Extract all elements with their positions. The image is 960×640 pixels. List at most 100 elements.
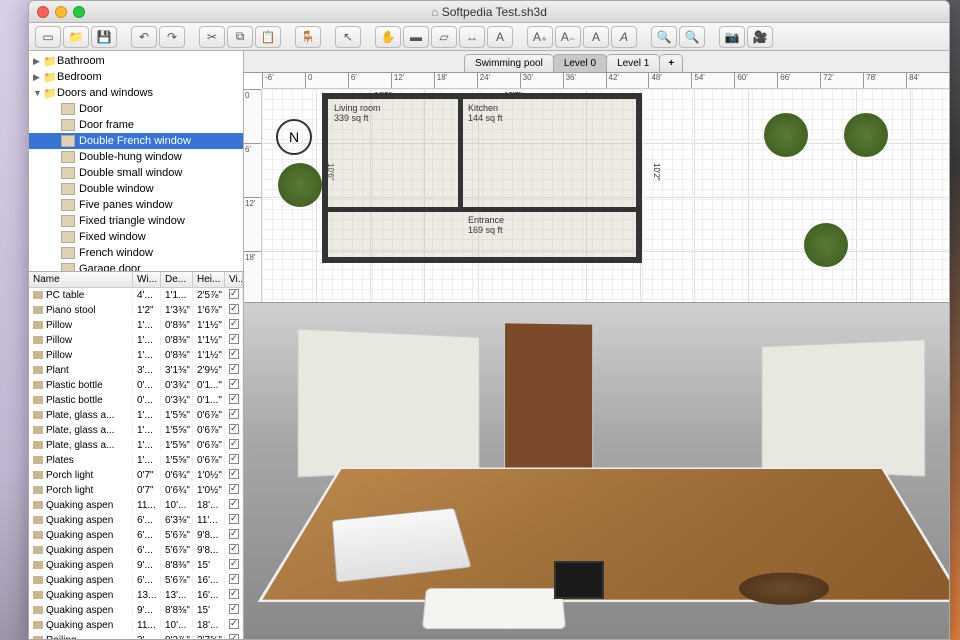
room-tool[interactable]: ▱: [431, 26, 457, 48]
furniture-row[interactable]: Porch light0'7"0'6¾"1'0½": [29, 483, 243, 498]
text-size-up[interactable]: A₊: [527, 26, 553, 48]
cell-visible[interactable]: [225, 574, 243, 587]
cell-visible[interactable]: [225, 619, 243, 632]
cell-visible[interactable]: [225, 334, 243, 347]
level-tab[interactable]: Level 1: [606, 54, 660, 72]
furniture-row[interactable]: Piano stool1'2"1'3¾"1'6⅞": [29, 303, 243, 318]
text-tool[interactable]: A: [487, 26, 513, 48]
furniture-row[interactable]: Railing3'...0'3⅞"2'7⅝": [29, 633, 243, 639]
catalog-item[interactable]: French window: [29, 245, 243, 261]
view-3d[interactable]: [244, 303, 949, 639]
cell-visible[interactable]: [225, 364, 243, 377]
zoom-out-button[interactable]: 🔍: [679, 26, 705, 48]
checkbox-icon[interactable]: [229, 379, 239, 389]
furniture-row[interactable]: Pillow1'...0'8⅜"1'1½": [29, 348, 243, 363]
checkbox-icon[interactable]: [229, 544, 239, 554]
pan-tool[interactable]: ✋: [375, 26, 401, 48]
zoom-in-button[interactable]: 🔍: [651, 26, 677, 48]
furniture-row[interactable]: Plate, glass a...1'...1'5⅝"0'6⅞": [29, 438, 243, 453]
cell-visible[interactable]: [225, 289, 243, 302]
cell-visible[interactable]: [225, 379, 243, 392]
open-button[interactable]: 📁: [63, 26, 89, 48]
add-level-button[interactable]: +: [659, 54, 683, 72]
catalog-folder[interactable]: ▶📁Bedroom: [29, 69, 243, 85]
tree-icon[interactable]: [764, 113, 808, 157]
wall-tool[interactable]: ▬: [403, 26, 429, 48]
dimension-tool[interactable]: ↔: [459, 26, 485, 48]
furniture-rows[interactable]: PC table4'...1'1...2'5⅞"Piano stool1'2"1…: [29, 288, 243, 639]
tree-icon[interactable]: [804, 223, 848, 267]
checkbox-icon[interactable]: [229, 529, 239, 539]
cell-visible[interactable]: [225, 589, 243, 602]
catalog-item[interactable]: Double window: [29, 181, 243, 197]
checkbox-icon[interactable]: [229, 619, 239, 629]
select-tool[interactable]: ↖: [335, 26, 361, 48]
catalog-item[interactable]: Door: [29, 101, 243, 117]
col-height[interactable]: Hei...: [193, 272, 225, 287]
checkbox-icon[interactable]: [229, 439, 239, 449]
catalog-folder[interactable]: ▶📁Bathroom: [29, 53, 243, 69]
checkbox-icon[interactable]: [229, 364, 239, 374]
zoom-button[interactable]: [73, 6, 85, 18]
interior-wall[interactable]: [328, 207, 636, 212]
furniture-row[interactable]: Plates1'...1'5⅝"0'6⅞": [29, 453, 243, 468]
copy-button[interactable]: ⧉: [227, 26, 253, 48]
cell-visible[interactable]: [225, 319, 243, 332]
cell-visible[interactable]: [225, 394, 243, 407]
checkbox-icon[interactable]: [229, 349, 239, 359]
checkbox-icon[interactable]: [229, 424, 239, 434]
cell-visible[interactable]: [225, 454, 243, 467]
furniture-row[interactable]: Quaking aspen6'...5'6⅞"9'8...: [29, 543, 243, 558]
checkbox-icon[interactable]: [229, 484, 239, 494]
checkbox-icon[interactable]: [229, 514, 239, 524]
checkbox-icon[interactable]: [229, 604, 239, 614]
paste-button[interactable]: 📋: [255, 26, 281, 48]
furniture-catalog[interactable]: ▶📁Bathroom▶📁Bedroom▼📁Doors and windowsDo…: [29, 51, 243, 271]
tv-3d[interactable]: [554, 561, 604, 599]
checkbox-icon[interactable]: [229, 454, 239, 464]
cell-visible[interactable]: [225, 514, 243, 527]
checkbox-icon[interactable]: [229, 334, 239, 344]
sofa-3d[interactable]: [422, 588, 566, 629]
furniture-row[interactable]: Plant3'...3'1⅜"2'9½": [29, 363, 243, 378]
cell-visible[interactable]: [225, 484, 243, 497]
save-button[interactable]: 💾: [91, 26, 117, 48]
cell-visible[interactable]: [225, 424, 243, 437]
catalog-item[interactable]: Five panes window: [29, 197, 243, 213]
furniture-row[interactable]: Quaking aspen6'...5'6⅞"9'8...: [29, 528, 243, 543]
furniture-row[interactable]: Quaking aspen13...13'...16'...: [29, 588, 243, 603]
catalog-item[interactable]: Door frame: [29, 117, 243, 133]
italic-button[interactable]: A: [611, 26, 637, 48]
furniture-row[interactable]: PC table4'...1'1...2'5⅞": [29, 288, 243, 303]
cell-visible[interactable]: [225, 304, 243, 317]
interior-wall[interactable]: [458, 99, 463, 209]
furniture-row[interactable]: Plate, glass a...1'...1'5⅝"0'6⅞": [29, 423, 243, 438]
cell-visible[interactable]: [225, 469, 243, 482]
catalog-folder[interactable]: ▼📁Doors and windows: [29, 85, 243, 101]
furniture-row[interactable]: Quaking aspen9'...8'8⅜"15': [29, 603, 243, 618]
minimize-button[interactable]: [55, 6, 67, 18]
catalog-item[interactable]: Double small window: [29, 165, 243, 181]
tree-icon[interactable]: [844, 113, 888, 157]
cut-button[interactable]: ✂: [199, 26, 225, 48]
bold-button[interactable]: A: [583, 26, 609, 48]
catalog-item[interactable]: Double French window: [29, 133, 243, 149]
cell-visible[interactable]: [225, 499, 243, 512]
catalog-item[interactable]: Garage door: [29, 261, 243, 271]
catalog-item[interactable]: Fixed triangle window: [29, 213, 243, 229]
furniture-row[interactable]: Plastic bottle0'...0'3¾"0'1...": [29, 393, 243, 408]
furniture-row[interactable]: Pillow1'...0'8⅜"1'1½": [29, 318, 243, 333]
close-button[interactable]: [37, 6, 49, 18]
cell-visible[interactable]: [225, 559, 243, 572]
col-visible[interactable]: Vi...: [225, 272, 243, 287]
cell-visible[interactable]: [225, 349, 243, 362]
photo-button[interactable]: 📷: [719, 26, 745, 48]
catalog-item[interactable]: Fixed window: [29, 229, 243, 245]
checkbox-icon[interactable]: [229, 304, 239, 314]
furniture-row[interactable]: Plate, glass a...1'...1'5⅝"0'6⅞": [29, 408, 243, 423]
house-outline[interactable]: Living room339 sq ft Kitchen144 sq ft En…: [322, 93, 642, 263]
cell-visible[interactable]: [225, 409, 243, 422]
add-furniture-button[interactable]: 🪑: [295, 26, 321, 48]
undo-button[interactable]: ↶: [131, 26, 157, 48]
furniture-row[interactable]: Quaking aspen11...10'...18'...: [29, 498, 243, 513]
